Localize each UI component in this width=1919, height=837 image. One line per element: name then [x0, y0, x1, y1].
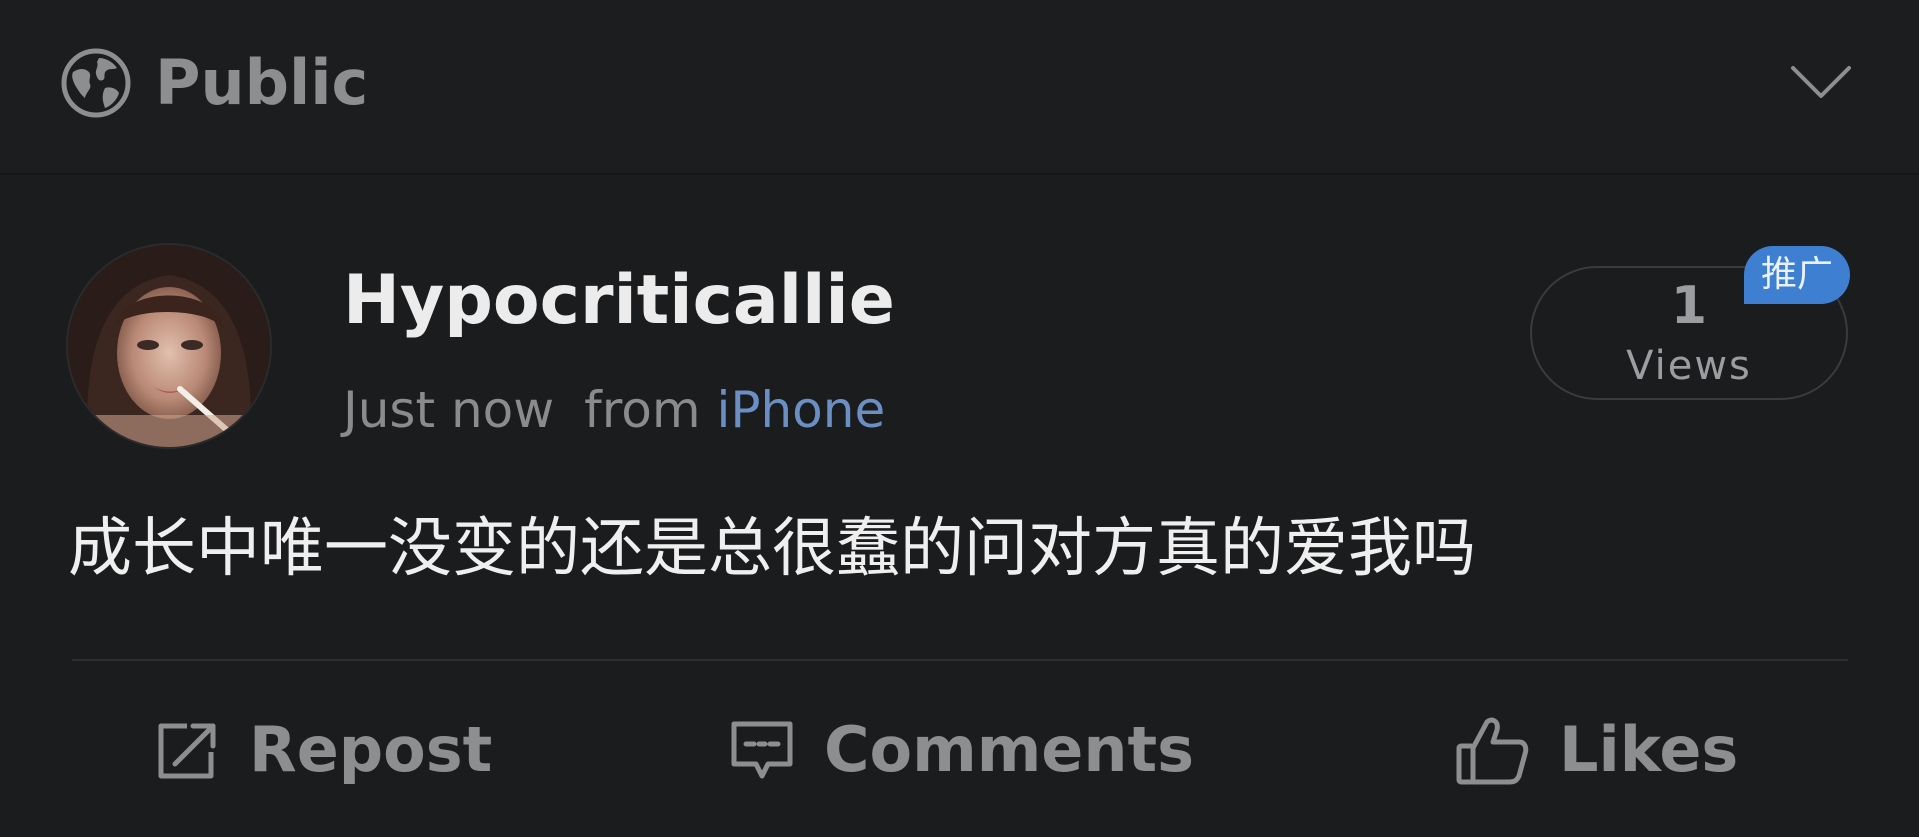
promote-badge[interactable]: 推广 [1744, 246, 1850, 304]
visibility-header[interactable]: Public [0, 0, 1919, 175]
views-label: Views [1626, 343, 1752, 389]
likes-label: Likes [1559, 712, 1739, 786]
likes-button[interactable]: Likes [1455, 662, 1738, 837]
post-source-prefix: from [584, 381, 701, 439]
author-name[interactable]: Hypocriticallie [343, 267, 895, 335]
visibility-label: Public [155, 46, 369, 119]
post-card: Hypocriticallie Just now from iPhone 1 Vi… [0, 175, 1919, 837]
repost-button[interactable]: Repost [153, 662, 492, 837]
visibility-selector[interactable]: Public [61, 48, 368, 118]
action-bar: Repost Comments Likes [0, 662, 1919, 837]
thumbs-up-icon [1455, 714, 1531, 786]
globe-icon [61, 48, 131, 118]
post-source-device-link[interactable]: iPhone [716, 381, 885, 439]
repost-label: Repost [249, 712, 493, 786]
post-text: 成长中唯一没变的还是总很蠢的问对方真的爱我吗 [68, 512, 1476, 586]
divider [72, 659, 1848, 661]
post-timestamp: Just now [343, 381, 555, 439]
comments-button[interactable]: Comments [728, 662, 1194, 837]
post-meta: Just now from iPhone [343, 385, 885, 435]
avatar[interactable] [68, 245, 270, 447]
repost-icon [153, 718, 221, 782]
chevron-down-icon[interactable] [1789, 62, 1853, 102]
comment-icon [728, 718, 796, 782]
comments-label: Comments [824, 712, 1195, 786]
